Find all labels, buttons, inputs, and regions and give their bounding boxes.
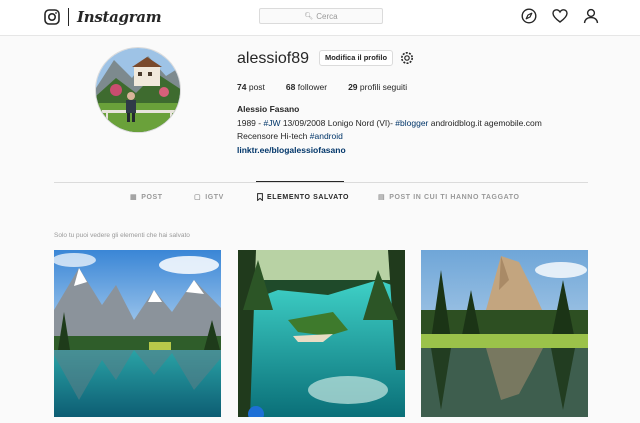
logo-divider — [68, 8, 69, 26]
stat-following[interactable]: 29 profili seguiti — [348, 82, 407, 92]
profile-username: alessiof89 — [237, 50, 310, 67]
hashtag-link[interactable]: #JW — [263, 118, 280, 128]
stat-following-value: 29 — [348, 82, 358, 92]
profile-stats: 74 post 68 follower 29 profili seguiti — [237, 82, 428, 92]
bio-line-1: 1989 - #JW 13/09/2008 Lonigo Nord (VI)- … — [237, 118, 542, 128]
explore-compass-icon[interactable] — [521, 8, 537, 24]
active-tab-indicator — [256, 181, 344, 182]
saved-post-tile[interactable] — [54, 250, 221, 417]
search-input[interactable]: 🔍︎ Cerca — [259, 8, 383, 24]
tab-posts[interactable]: ▦ POST — [130, 193, 163, 202]
tab-saved[interactable]: ELEMENTO SALVATO — [257, 193, 349, 201]
search-placeholder: Cerca — [316, 11, 338, 21]
tab-label: POST IN CUI TI HANNO TAGGATO — [389, 193, 520, 201]
post-image — [54, 250, 221, 417]
stat-followers-label: follower — [297, 82, 328, 92]
bio-text: 13/09/2008 Lonigo Nord (VI)- — [280, 118, 396, 128]
bio-text: 1989 - — [237, 118, 264, 128]
igtv-icon: ▢ — [194, 194, 202, 201]
tab-label: ELEMENTO SALVATO — [267, 193, 350, 201]
tab-label: POST — [141, 193, 163, 201]
saved-privacy-note: Solo tu puoi vedere gli elementi che hai… — [54, 232, 190, 239]
edit-profile-button[interactable]: Modifica il profilo — [319, 50, 393, 66]
search-icon: 🔍︎ — [304, 13, 314, 20]
saved-post-tile[interactable] — [421, 250, 588, 417]
heart-icon[interactable] — [552, 8, 568, 24]
settings-gear-icon[interactable] — [400, 51, 414, 65]
stat-followers[interactable]: 68 follower — [286, 82, 327, 92]
stat-followers-value: 68 — [285, 82, 296, 92]
profile-avatar[interactable] — [95, 47, 181, 133]
post-image — [238, 250, 405, 417]
profile-icon[interactable] — [583, 8, 599, 24]
stat-following-label: profili seguiti — [359, 82, 408, 92]
saved-post-tile[interactable] — [238, 250, 405, 417]
bio-text: Recensore Hi-tech — [237, 131, 310, 141]
collection-badge-icon — [248, 406, 264, 417]
bio-line-2: Recensore Hi-tech #android — [237, 131, 343, 141]
tagged-icon: ▤ — [378, 194, 386, 201]
tab-tagged[interactable]: ▤ POST IN CUI TI HANNO TAGGATO — [378, 193, 520, 202]
tab-igtv[interactable]: ▢ IGTV — [194, 193, 224, 202]
profile-full-name: Alessio Fasano — [237, 104, 300, 114]
stat-posts-value: 74 — [237, 82, 247, 92]
tab-label: IGTV — [205, 193, 224, 201]
tabs-divider — [54, 182, 588, 183]
bio-website-link[interactable]: linktr.ee/blogalessiofasano — [237, 145, 346, 155]
bookmark-icon — [257, 193, 263, 201]
instagram-wordmark[interactable]: Instagram — [77, 8, 162, 26]
top-navigation-bar: Instagram 🔍︎ Cerca — [0, 0, 640, 36]
instagram-camera-icon[interactable] — [44, 9, 60, 25]
avatar-photo — [96, 48, 180, 132]
bio-text: androidblog.it agemobile.com — [428, 118, 542, 128]
stat-posts[interactable]: 74 post — [237, 82, 265, 92]
hashtag-link[interactable]: #blogger — [395, 118, 428, 128]
stat-posts-label: post — [248, 82, 265, 92]
hashtag-link[interactable]: #android — [310, 131, 343, 141]
post-image — [421, 250, 588, 417]
grid-icon: ▦ — [130, 194, 138, 201]
